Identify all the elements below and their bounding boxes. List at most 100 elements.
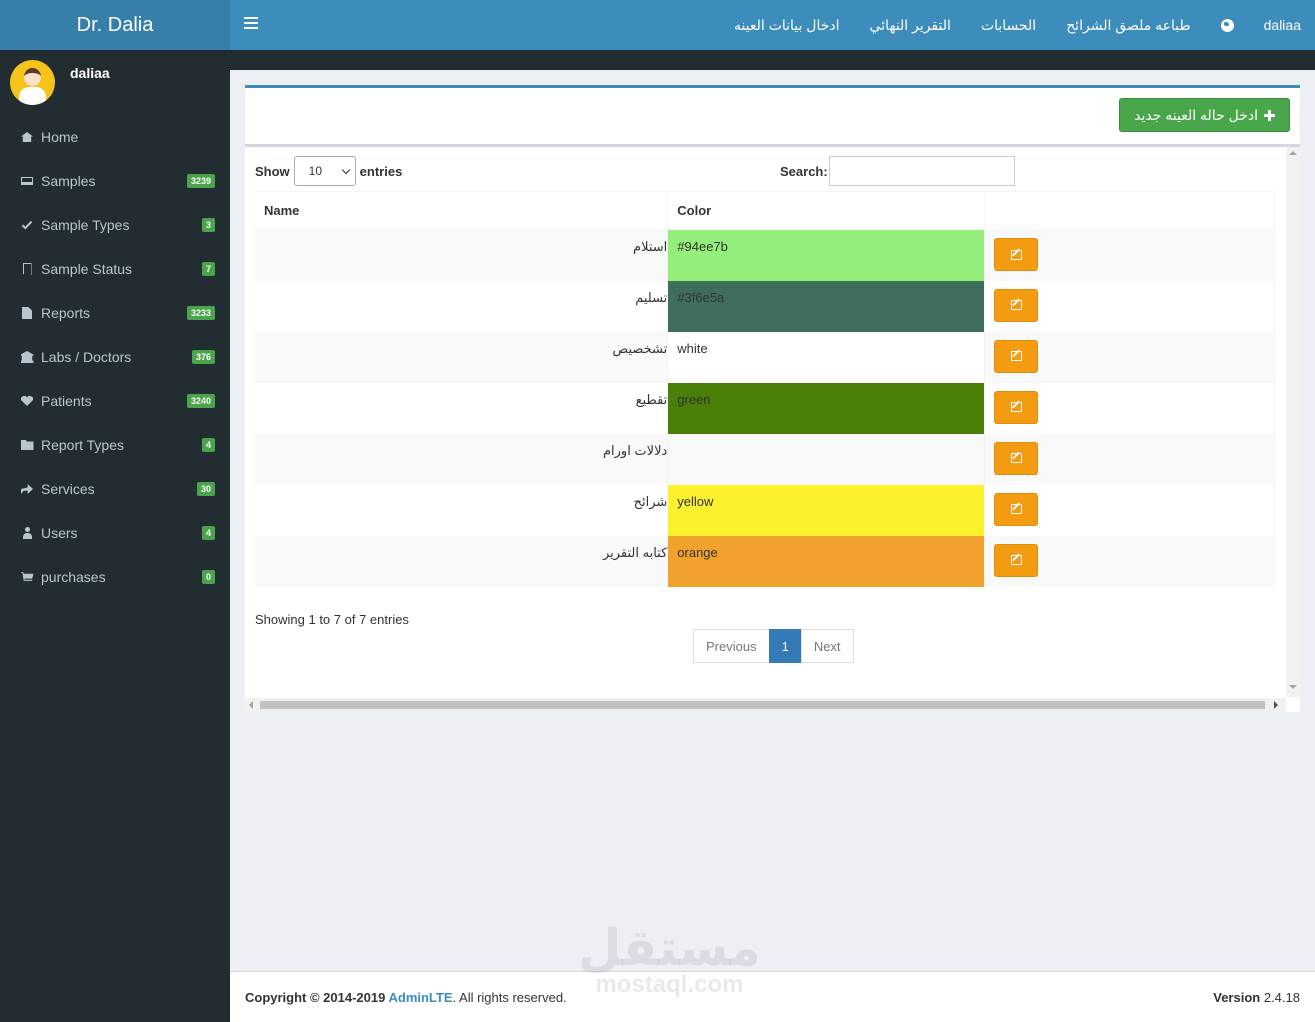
add-sample-status-button[interactable]: ادخل حاله العينه جديد	[1119, 98, 1290, 132]
cell-color: #94ee7b	[667, 229, 986, 281]
pagination: Previous 1 Next	[693, 629, 854, 663]
vertical-scrollbar[interactable]	[1286, 147, 1300, 697]
nav-print-slide-labels[interactable]: طباعه ملصق الشرائح	[1066, 17, 1190, 34]
edit-icon	[1010, 555, 1022, 565]
sidebar-item-labs-doctors[interactable]: Labs / Doctors 376	[0, 335, 230, 379]
status-name: تشخصيص	[612, 340, 668, 356]
cell-actions	[984, 280, 1275, 332]
edit-icon	[1010, 300, 1022, 310]
sidebar-item-label: purchases	[41, 569, 106, 585]
top-navbar: daliaa طباعه ملصق الشرائح الحسابات التقر…	[230, 0, 1315, 50]
sidebar-item-services[interactable]: Services 30	[0, 467, 230, 511]
sidebar-item-reports[interactable]: Reports 3233	[0, 291, 230, 335]
show-label: Show	[255, 163, 290, 179]
page-1-button[interactable]: 1	[768, 629, 802, 663]
sidebar-item-sample-status[interactable]: Sample Status 7	[0, 247, 230, 291]
sidebar-item-patients[interactable]: Patients 3240	[0, 379, 230, 423]
edit-button[interactable]	[994, 390, 1039, 424]
file-icon	[20, 307, 34, 319]
cell-actions	[984, 433, 1275, 485]
next-page-button[interactable]: Next	[800, 629, 854, 663]
cell-actions	[984, 484, 1275, 536]
sidebar-item-purchases[interactable]: purchases 0	[0, 555, 230, 599]
count-badge: 4	[201, 438, 215, 452]
edit-icon	[1010, 504, 1022, 514]
cell-actions	[984, 535, 1275, 587]
top-nav-links: daliaa طباعه ملصق الشرائح الحسابات التقر…	[734, 0, 1301, 50]
plus-icon	[1264, 109, 1275, 121]
globe-icon[interactable]	[1220, 18, 1234, 32]
bookmark-icon	[20, 263, 34, 275]
copyright-prefix: Copyright © 2014-2019	[245, 990, 389, 1005]
search-label: Search:	[780, 163, 828, 179]
horizontal-scrollbar[interactable]	[245, 698, 1286, 712]
sidebar-item-label: Home	[41, 129, 79, 145]
edit-button[interactable]	[994, 288, 1039, 322]
entries-label: entries	[359, 163, 403, 179]
sidebar-item-report-types[interactable]: Report Types 4	[0, 423, 230, 467]
version-number: 2.4.18	[1263, 990, 1300, 1005]
table-box: Show 10 entries Search: Name Color استلا…	[245, 144, 1300, 712]
edit-button[interactable]	[994, 238, 1039, 271]
version: Version 2.4.18	[1213, 990, 1300, 1005]
sidebar-item-users[interactable]: Users 4	[0, 511, 230, 555]
sidebar-item-label: Users	[41, 525, 78, 541]
cell-color: white	[667, 331, 986, 383]
cell-actions	[984, 331, 1275, 383]
sidebar-item-label: Reports	[41, 305, 91, 321]
previous-page-button[interactable]: Previous	[693, 629, 770, 663]
sample-status-table: Name Color استلام #94ee7b تسليم #3f6e5a تشخص…	[255, 191, 1275, 587]
sidebar-item-samples[interactable]: Samples 3239	[0, 159, 230, 203]
table-body: استلام #94ee7b تسليم #3f6e5a تشخصيص white تقطي…	[255, 229, 1275, 587]
nav-user[interactable]: daliaa	[1264, 17, 1301, 33]
sidebar-item-label: Sample Types	[41, 217, 130, 233]
heartbeat-icon	[20, 395, 34, 407]
edit-button[interactable]	[994, 492, 1039, 526]
nav-enter-sample-data[interactable]: ادخال بيانات العينه	[734, 17, 840, 34]
edit-button[interactable]	[994, 441, 1039, 475]
cell-color: orange	[667, 535, 986, 587]
hamburger-icon[interactable]	[244, 17, 258, 33]
edit-button[interactable]	[994, 543, 1039, 577]
status-name: تقطيع	[635, 391, 668, 407]
sidebar-item-home[interactable]: Home	[0, 115, 230, 159]
column-header-name[interactable]: Name	[255, 191, 669, 230]
cell-name: تشخصيص	[255, 331, 669, 383]
nav-accounts[interactable]: الحسابات	[981, 17, 1036, 34]
cell-color: green	[667, 382, 986, 434]
nav-final-report[interactable]: التقرير النهائي	[870, 17, 951, 34]
status-name: استلام	[633, 239, 668, 254]
sidebar: daliaa Home Samples 3239 Sample Types 3 Sa…	[0, 50, 230, 1022]
status-name: تسليم	[635, 289, 668, 305]
sidebar-item-label: Samples	[41, 173, 96, 189]
cell-name: تسليم	[255, 280, 669, 332]
edit-icon	[1010, 453, 1022, 463]
sidebar-user-name: daliaa	[70, 65, 110, 81]
check-icon	[20, 218, 34, 231]
table-row: تسليم #3f6e5a	[255, 280, 1275, 332]
sidebar-item-sample-types[interactable]: Sample Types 3	[0, 203, 230, 247]
search-input[interactable]	[828, 156, 1015, 186]
column-header-color[interactable]: Color	[667, 191, 986, 230]
table-header-row: Name Color	[255, 191, 1275, 230]
watermark-arabic: مستقل	[578, 920, 761, 976]
count-badge: 3240	[186, 394, 215, 408]
table-row: استلام #94ee7b	[255, 229, 1275, 281]
app-logo[interactable]: Dr. Dalia	[0, 0, 230, 50]
table-row: شرائح yellow	[255, 484, 1275, 536]
sidebar-item-label: Patients	[41, 393, 92, 409]
cell-color: #3f6e5a	[667, 280, 986, 332]
table-row: تقطيع green	[255, 382, 1275, 434]
sidebar-item-label: Services	[41, 481, 95, 497]
adminlte-link[interactable]: AdminLTE	[388, 990, 452, 1005]
page-size-select[interactable]: 10	[293, 156, 356, 186]
cart-icon	[20, 571, 34, 583]
status-name: شرائح	[633, 493, 668, 509]
table-row: دلالات اورام	[255, 433, 1275, 485]
edit-button[interactable]	[994, 339, 1039, 373]
count-badge: 3233	[186, 306, 215, 320]
scrollbar-thumb[interactable]	[260, 701, 1265, 709]
sidebar-menu: Home Samples 3239 Sample Types 3 Sample St…	[0, 115, 230, 599]
bank-icon	[20, 351, 34, 363]
cell-name: شرائح	[255, 484, 669, 536]
